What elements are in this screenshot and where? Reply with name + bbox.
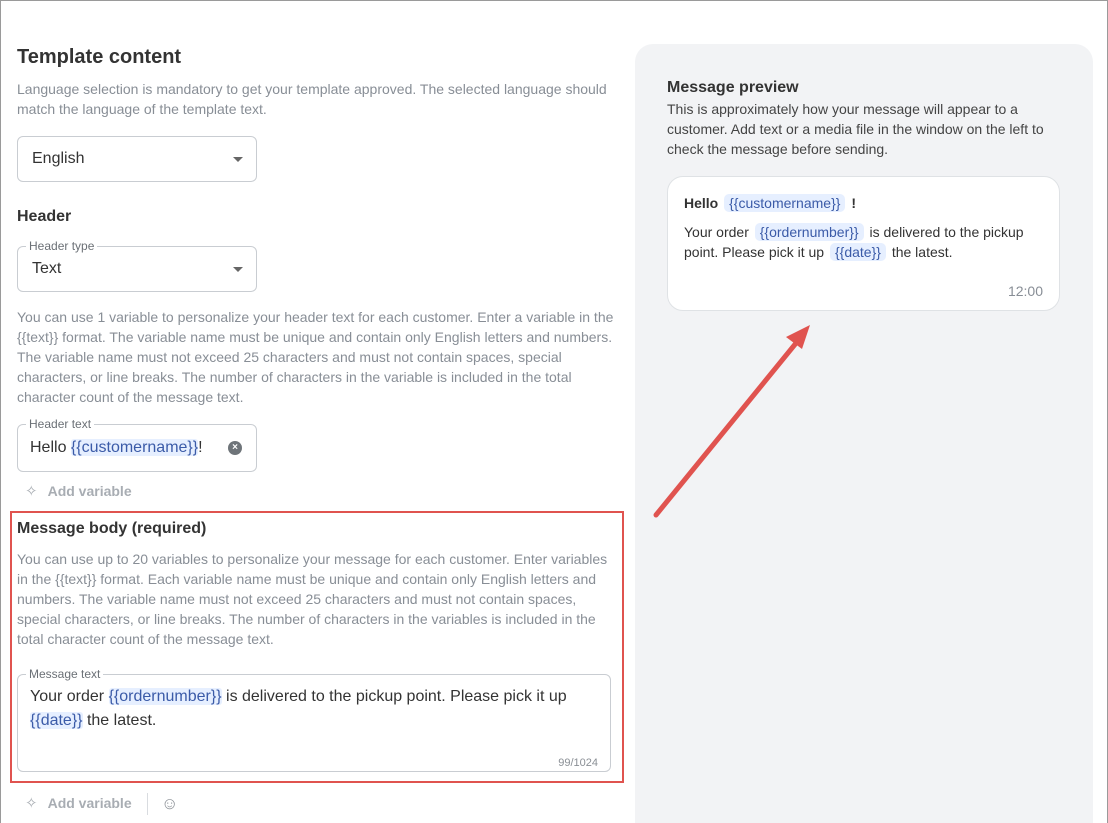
message-text-value: Your order {{ordernumber}} is delivered … <box>30 685 600 733</box>
preview-header: Hello {{customername}} ! <box>684 193 856 213</box>
preview-title: Message preview <box>667 79 799 96</box>
language-select-value: English <box>32 150 85 167</box>
preview-variable-chip: {{customername}} <box>724 194 846 212</box>
language-select[interactable]: English <box>17 136 257 182</box>
header-variable-chip: {{customername}} <box>70 439 199 456</box>
header-note: You can use 1 variable to personalize yo… <box>17 309 614 405</box>
message-text-part: the latest. <box>82 712 157 729</box>
emoji-icon[interactable]: ☺ <box>161 794 178 814</box>
page-frame: Template content Language selection is m… <box>0 0 1108 823</box>
header-text-suffix: ! <box>198 439 203 456</box>
clear-icon[interactable]: × <box>228 441 242 455</box>
header-add-variable-button[interactable]: ✧ Add variable <box>25 482 132 500</box>
character-counter: 99/1024 <box>558 757 598 769</box>
preview-header-text: Hello <box>684 195 719 211</box>
chevron-down-icon <box>233 266 243 272</box>
message-text-label: Message text <box>26 667 104 681</box>
header-section-title: Header <box>17 208 72 225</box>
preview-note: This is approximately how your message w… <box>667 101 1044 157</box>
body-add-variable-button[interactable]: ✧ Add variable <box>25 794 132 812</box>
preview-timestamp: 12:00 <box>1007 283 1043 299</box>
header-type-select[interactable]: Header type Text <box>17 239 257 292</box>
message-body-note: You can use up to 20 variables to person… <box>17 551 608 647</box>
header-text-label: Header text <box>26 417 95 431</box>
toolbar-divider <box>147 793 148 815</box>
add-variable-label: Add variable <box>47 483 132 499</box>
header-text-value: Hello {{customername}}! <box>18 439 228 457</box>
header-type-label: Header type <box>26 239 98 253</box>
preview-panel <box>635 44 1093 823</box>
add-variable-label: Add variable <box>47 795 132 811</box>
preview-variable-chip: {{date}} <box>829 243 886 261</box>
magic-wand-icon: ✧ <box>25 483 38 500</box>
message-variable-chip: {{date}} <box>30 712 83 729</box>
header-text-input[interactable]: Header text Hello {{customername}}! × <box>17 417 257 472</box>
preview-header-suffix: ! <box>851 195 856 211</box>
message-text-part: Your order <box>30 688 109 705</box>
header-type-value: Text <box>32 260 62 277</box>
chevron-down-icon <box>233 156 243 162</box>
page-title: Template content <box>17 46 182 68</box>
preview-body-text: Your order <box>684 224 749 240</box>
message-body-title: Message body (required) <box>17 520 207 537</box>
language-note: Language selection is mandatory to get y… <box>17 81 607 117</box>
preview-body-text: the latest. <box>891 244 953 260</box>
magic-wand-icon: ✧ <box>25 795 38 812</box>
header-text-prefix: Hello <box>30 439 71 456</box>
message-text-input[interactable]: Message text Your order {{ordernumber}} … <box>17 667 611 772</box>
message-variable-chip: {{ordernumber}} <box>108 688 222 705</box>
preview-body: Your order {{ordernumber}} is delivered … <box>684 222 1049 262</box>
message-text-part: is delivered to the pickup point. Please… <box>221 688 567 705</box>
message-preview-bubble: Hello {{customername}} ! Your order {{or… <box>667 176 1060 311</box>
preview-variable-chip: {{ordernumber}} <box>754 223 864 241</box>
